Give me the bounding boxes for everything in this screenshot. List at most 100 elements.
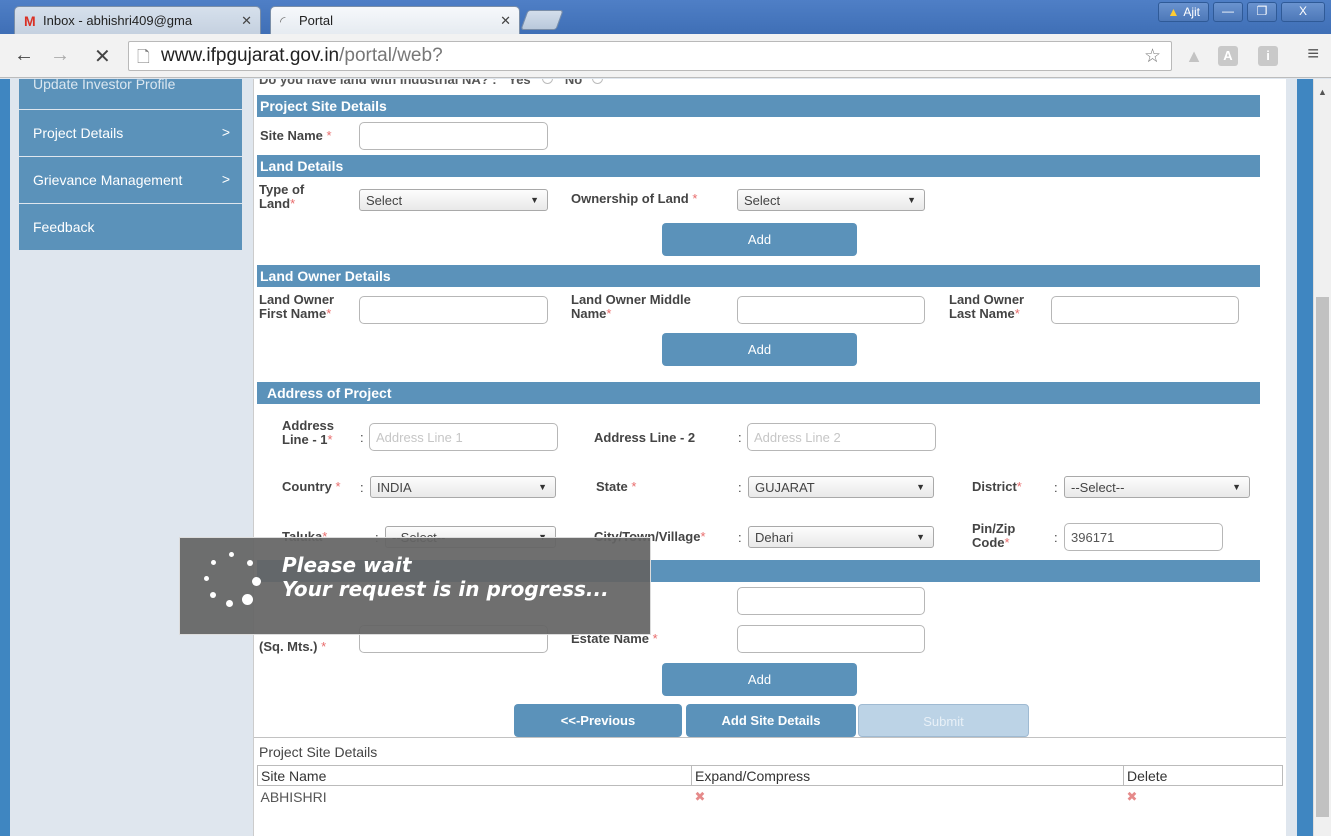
- sidebar-item-label: Feedback: [33, 219, 95, 235]
- browser-toolbar: ← → ✕ 🗋 www.ifpgujarat.gov.in/portal/web…: [0, 34, 1331, 78]
- dropdown-arrow-icon: ▼: [538, 482, 547, 492]
- owner-middle-name-label: Land Owner Middle Name*: [571, 292, 691, 321]
- add-estate-button[interactable]: Add: [662, 663, 857, 696]
- address-line-1-input[interactable]: Address Line 1: [369, 423, 558, 451]
- colon: :: [360, 430, 364, 445]
- tab-label: Inbox - abhishri409@gma: [43, 13, 193, 28]
- state-select[interactable]: GUJARAT ▼: [748, 476, 934, 498]
- form-panel: Do you have land with Industrial NA? : Y…: [253, 79, 1286, 836]
- loading-message: Please wait Your request is in progress.…: [282, 553, 609, 601]
- table-header-row: Site Name Expand/Compress Delete: [257, 765, 1283, 786]
- menu-icon[interactable]: ≡: [1307, 43, 1319, 66]
- column-header-delete: Delete: [1123, 765, 1283, 786]
- address-line-2-label: Address Line - 2: [594, 430, 696, 445]
- city-select[interactable]: Dehari ▼: [748, 526, 934, 548]
- radio-yes-label: Yes: [508, 79, 531, 87]
- window-controls: ▲ Ajit — ❐ X: [1158, 2, 1325, 22]
- type-of-land-select[interactable]: Select ▼: [359, 189, 548, 211]
- pin-code-label: Pin/Zip Code*: [972, 521, 1016, 550]
- page-icon: 🗋: [137, 49, 150, 66]
- grid-caption: Project Site Details: [259, 744, 378, 760]
- drive-icon[interactable]: ▲: [1184, 46, 1204, 66]
- site-name-input[interactable]: [359, 122, 548, 150]
- delete-icon[interactable]: ✖: [1127, 789, 1138, 804]
- sidebar-item-label: Project Details: [33, 125, 124, 141]
- expand-cell: ✖: [692, 786, 1124, 808]
- sidebar-item-grievance-management[interactable]: Grievance Management >: [19, 157, 242, 204]
- industrial-na-question: Do you have land with Industrial NA? : Y…: [259, 79, 603, 87]
- close-icon[interactable]: ✕: [241, 13, 252, 29]
- scrollbar-thumb[interactable]: [1316, 297, 1329, 817]
- previous-button[interactable]: <<-Previous: [514, 704, 682, 737]
- section-header-land-details: Land Details: [257, 155, 1260, 177]
- colon: :: [1054, 530, 1058, 545]
- project-site-grid: Project Site Details Site Name Expand/Co…: [254, 737, 1286, 836]
- new-tab-button[interactable]: [520, 10, 564, 30]
- site-name-cell: ABHISHRI: [260, 788, 327, 805]
- minimize-button[interactable]: —: [1213, 2, 1243, 22]
- dropdown-arrow-icon: ▼: [916, 532, 925, 542]
- back-arrow-icon[interactable]: ←: [14, 44, 34, 67]
- tab-inbox[interactable]: M Inbox - abhishri409@gma ✕: [14, 6, 261, 34]
- section-header-project-site: Project Site Details: [257, 95, 1260, 117]
- tab-label: Portal: [299, 13, 333, 28]
- close-icon[interactable]: ✕: [500, 13, 511, 29]
- sidebar-nav: Update Investor Profile Project Details …: [19, 79, 242, 251]
- dropdown-arrow-icon: ▼: [916, 482, 925, 492]
- forward-arrow-icon[interactable]: →: [50, 44, 70, 67]
- owner-first-name-input[interactable]: [359, 296, 548, 324]
- scroll-up-arrow-icon[interactable]: ▲: [1318, 87, 1327, 97]
- ownership-of-land-select[interactable]: Select ▼: [737, 189, 925, 211]
- bookmark-star-icon[interactable]: ☆: [1144, 45, 1161, 68]
- close-window-button[interactable]: X: [1281, 2, 1325, 22]
- type-of-land-label: Type of Land*: [259, 182, 305, 211]
- site-name-label: Site Name *: [260, 128, 332, 143]
- url-path: /portal/web?: [339, 45, 443, 66]
- loading-icon: ◜: [280, 13, 286, 29]
- extension-a-icon[interactable]: A: [1218, 46, 1238, 66]
- chevron-right-icon: >: [221, 124, 230, 140]
- stop-icon[interactable]: ✕: [94, 44, 111, 69]
- section-header-address: Address of Project: [257, 382, 1260, 404]
- expand-compress-icon[interactable]: ✖: [695, 789, 706, 804]
- sidebar-item-project-details[interactable]: Project Details >: [19, 110, 242, 157]
- radio-no[interactable]: [591, 79, 603, 84]
- add-owner-button[interactable]: Add: [662, 333, 857, 366]
- ownership-of-land-label: Ownership of Land *: [571, 191, 698, 206]
- submit-button[interactable]: Submit: [858, 704, 1029, 737]
- colon: :: [738, 480, 742, 495]
- loading-title: Please wait: [282, 553, 412, 577]
- address-line-1-label: Address Line - 1*: [282, 418, 335, 447]
- sidebar-item-update-investor-profile[interactable]: Update Investor Profile: [19, 79, 242, 110]
- page-border-left: [0, 79, 10, 836]
- owner-first-name-label: Land Owner First Name*: [259, 292, 335, 321]
- hidden-field-input[interactable]: [737, 587, 925, 615]
- add-land-button[interactable]: Add: [662, 223, 857, 256]
- table-row: ABHISHRI ✖ ✖: [258, 786, 1283, 808]
- profile-button[interactable]: ▲ Ajit: [1158, 2, 1209, 22]
- radio-yes[interactable]: [542, 79, 554, 84]
- district-select[interactable]: --Select-- ▼: [1064, 476, 1250, 498]
- column-header-expand: Expand/Compress: [691, 765, 1124, 786]
- chevron-right-icon: >: [221, 171, 230, 187]
- address-line-2-input[interactable]: Address Line 2: [747, 423, 936, 451]
- maximize-button[interactable]: ❐: [1247, 2, 1277, 22]
- pin-code-input[interactable]: 396171: [1064, 523, 1223, 551]
- country-label: Country *: [282, 479, 341, 494]
- extension-i-icon[interactable]: i: [1258, 46, 1278, 66]
- add-site-details-button[interactable]: Add Site Details: [686, 704, 856, 737]
- country-select[interactable]: INDIA ▼: [370, 476, 556, 498]
- colon: :: [360, 480, 364, 495]
- url-host: www.ifpgujarat.gov.in: [161, 45, 340, 66]
- owner-middle-name-input[interactable]: [737, 296, 925, 324]
- spinner-icon: [202, 552, 262, 612]
- section-header-land-owner: Land Owner Details: [257, 265, 1260, 287]
- vertical-scrollbar[interactable]: ▲: [1313, 79, 1331, 836]
- address-bar[interactable]: 🗋 www.ifpgujarat.gov.in/portal/web? ☆: [128, 41, 1172, 71]
- sidebar-item-feedback[interactable]: Feedback: [19, 204, 242, 251]
- radio-no-label: No: [564, 79, 583, 87]
- owner-last-name-input[interactable]: [1051, 296, 1239, 324]
- owner-last-name-label: Land Owner Last Name*: [949, 292, 1025, 321]
- tab-portal[interactable]: ◜ Portal ✕: [270, 6, 520, 34]
- estate-name-input[interactable]: [737, 625, 925, 653]
